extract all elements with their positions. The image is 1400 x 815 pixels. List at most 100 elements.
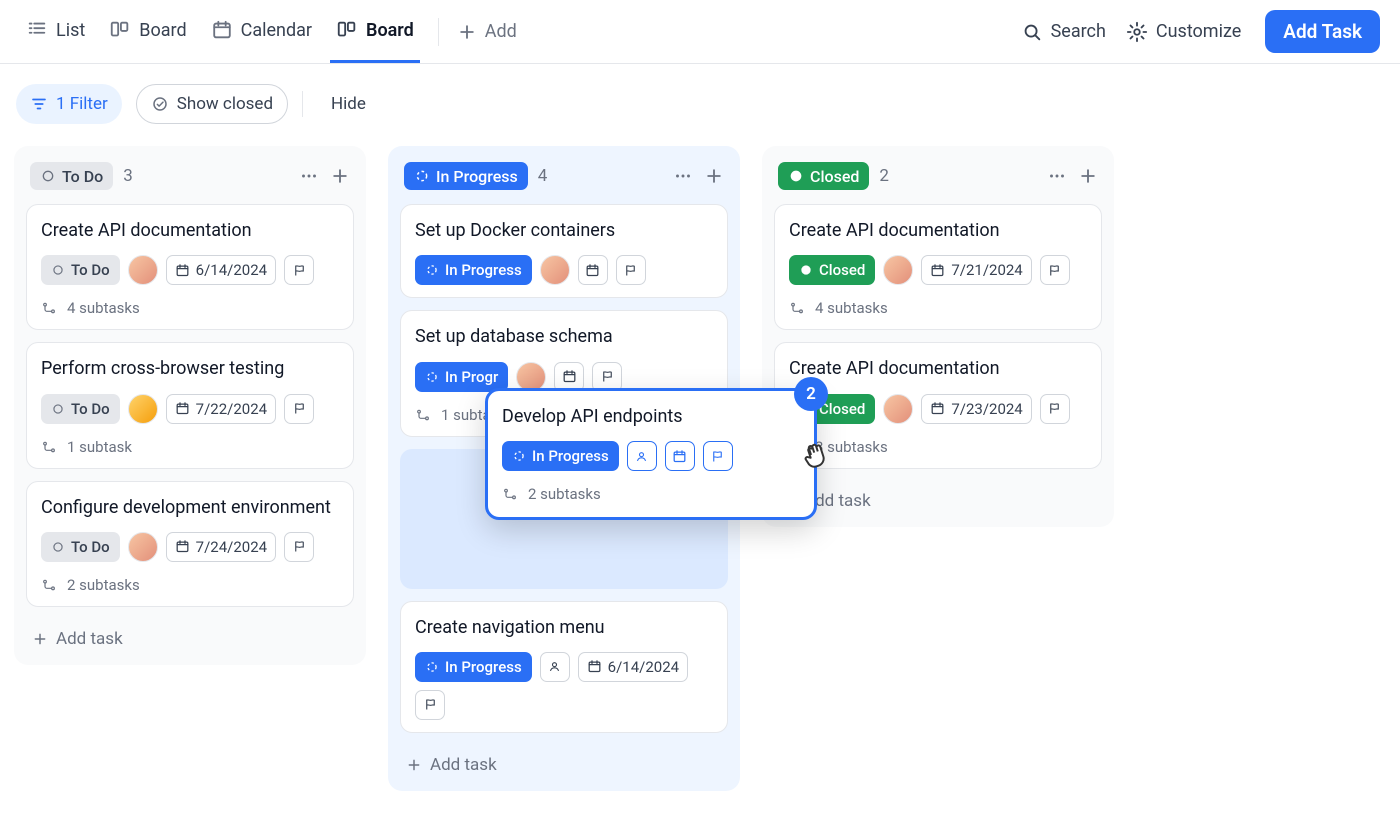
hide-button[interactable]: Hide [317,84,380,124]
avatar[interactable] [883,255,913,285]
add-task-in-column[interactable]: Add task [26,619,354,653]
column-more-button[interactable] [672,165,694,187]
priority-flag-chip[interactable] [284,255,314,285]
status-badge-closed[interactable]: Closed [778,162,869,190]
subtask-icon [789,300,805,316]
view-tab-label: Board [139,20,186,41]
search-button[interactable]: Search [1017,21,1110,43]
status-badge-in-progress[interactable]: In Progr [415,362,508,392]
status-label: Closed [810,167,859,186]
subtasks-row[interactable]: 4 subtasks [41,297,339,317]
column-add-button[interactable] [330,166,350,186]
column-header: In Progress 4 [400,158,728,192]
status-badge-closed[interactable]: Closed [789,255,875,285]
progress-icon [512,449,526,463]
column-more-button[interactable] [298,165,320,187]
circle-icon [51,402,65,416]
subtasks-count: 1 subtask [67,438,132,456]
column-add-button[interactable] [704,166,724,186]
due-date-chip[interactable]: 7/24/2024 [166,532,276,562]
search-label: Search [1051,21,1106,42]
circle-icon [40,168,56,184]
status-badge-in-progress[interactable]: In Progress [415,255,532,285]
check-circle-icon [788,168,804,184]
task-card[interactable]: Create navigation menu In Progress 6/14/… [400,601,728,733]
column-header: To Do 3 [26,158,354,192]
subtasks-row[interactable]: 2 subtasks [502,483,800,503]
subtasks-count: 4 subtasks [67,299,140,317]
assignee-empty-chip[interactable] [540,652,570,682]
view-tab-label: List [56,20,85,41]
add-task-in-column[interactable]: Add task [774,481,1102,515]
avatar[interactable] [128,394,158,424]
view-tab-list[interactable]: List [20,0,91,63]
status-badge-in-progress[interactable]: In Progress [415,652,532,682]
subtasks-row[interactable]: 4 subtasks [789,297,1087,317]
assignee-empty-chip[interactable] [627,441,657,471]
task-title: Set up Docker containers [415,219,713,243]
customize-button[interactable]: Customize [1122,21,1245,43]
view-tab-board[interactable]: Board [103,0,192,63]
avatar[interactable] [128,532,158,562]
due-date-chip[interactable]: 6/14/2024 [166,255,276,285]
status-label: To Do [62,167,103,186]
add-view-button[interactable]: Add [457,21,517,42]
subtasks-row[interactable]: 3 subtasks [789,436,1087,456]
circle-icon [51,540,65,554]
task-card[interactable]: Create API documentation Closed 7/21/202… [774,204,1102,330]
column-more-button[interactable] [1046,165,1068,187]
status-badge-todo[interactable]: To Do [41,532,120,562]
column-header: Closed 2 [774,158,1102,192]
task-card[interactable]: Configure development environment To Do … [26,481,354,607]
due-date-chip[interactable] [665,441,695,471]
status-label: In Progress [532,447,609,465]
avatar[interactable] [540,255,570,285]
dragging-task-card[interactable]: 2 Develop API endpoints In Progress 2 su… [485,388,817,520]
task-card[interactable]: Create API documentation To Do 6/14/2024… [26,204,354,330]
priority-flag-chip[interactable] [284,394,314,424]
status-badge-todo[interactable]: To Do [41,394,120,424]
user-icon [547,659,562,674]
avatar[interactable] [883,394,913,424]
customize-label: Customize [1156,21,1241,42]
check-circle-icon [151,95,169,113]
status-badge-todo[interactable]: To Do [41,255,120,285]
due-date-chip[interactable]: 6/14/2024 [578,652,688,682]
priority-flag-chip[interactable] [703,441,733,471]
due-date-value: 7/22/2024 [196,400,267,418]
due-date-chip[interactable] [578,255,608,285]
priority-flag-chip[interactable] [616,255,646,285]
task-card[interactable]: Set up Docker containers In Progress [400,204,728,298]
task-card[interactable]: Perform cross-browser testing To Do 7/22… [26,342,354,468]
due-date-chip[interactable]: 7/22/2024 [166,394,276,424]
gear-icon [1126,21,1148,43]
view-tab-board-active[interactable]: Board [330,0,420,63]
calendar-icon [930,263,945,278]
add-task-in-column[interactable]: Add task [400,745,728,779]
due-date-value: 6/14/2024 [196,261,267,279]
priority-flag-chip[interactable] [1040,255,1070,285]
column-add-button[interactable] [1078,166,1098,186]
status-badge-in-progress[interactable]: In Progress [502,441,619,471]
add-task-label: Add task [56,629,123,649]
calendar-icon [175,539,190,554]
view-tab-calendar[interactable]: Calendar [205,0,318,63]
add-task-button[interactable]: Add Task [1265,10,1380,53]
status-badge-in-progress[interactable]: In Progress [404,162,528,190]
filters-toolbar: 1 Filter Show closed Hide [0,64,1400,146]
avatar[interactable] [128,255,158,285]
status-badge-todo[interactable]: To Do [30,162,113,190]
cursor-grab-icon [800,440,830,470]
progress-icon [425,370,439,384]
filter-button[interactable]: 1 Filter [16,84,122,124]
priority-flag-chip[interactable] [284,532,314,562]
subtasks-row[interactable]: 2 subtasks [41,574,339,594]
due-date-chip[interactable]: 7/21/2024 [921,255,1031,285]
subtasks-row[interactable]: 1 subtask [41,436,339,456]
priority-flag-chip[interactable] [415,690,445,720]
priority-flag-chip[interactable] [1040,394,1070,424]
flag-icon [292,263,307,278]
subtask-icon [41,577,57,593]
due-date-chip[interactable]: 7/23/2024 [921,394,1031,424]
show-closed-button[interactable]: Show closed [136,84,288,124]
